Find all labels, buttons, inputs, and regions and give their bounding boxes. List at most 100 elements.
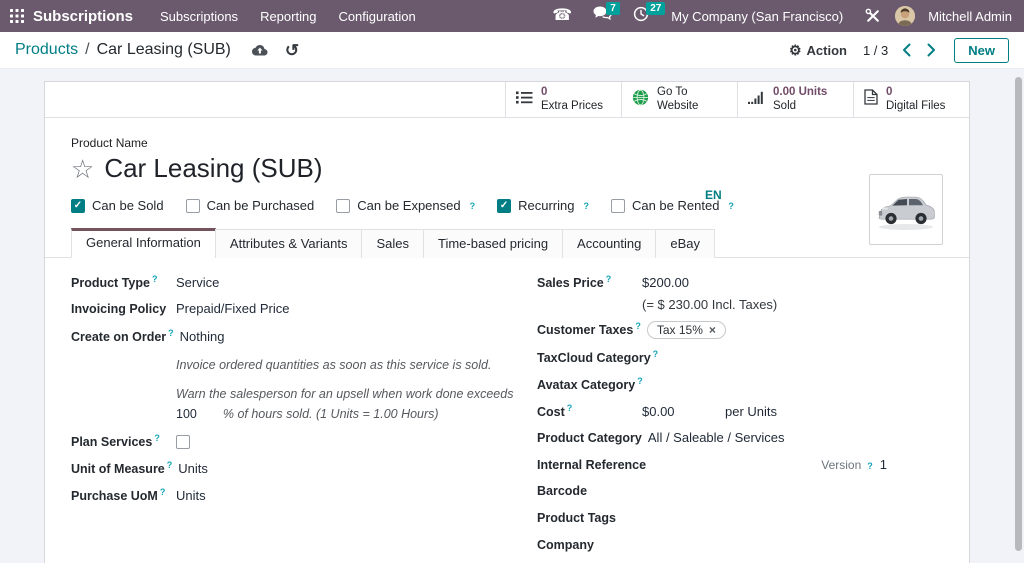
vertical-scrollbar[interactable] <box>1015 77 1022 551</box>
stat-button-digital-files[interactable]: 0 Digital Files <box>853 82 969 117</box>
menu-reporting[interactable]: Reporting <box>249 2 327 31</box>
tab-ebay[interactable]: eBay <box>655 229 716 258</box>
version-group: Version ? 1 <box>821 457 943 472</box>
help-icon[interactable]: ? <box>168 328 174 338</box>
tab-general-information[interactable]: General Information <box>71 228 216 258</box>
units-sold-value: 0.00 Units <box>773 85 828 98</box>
can-be-sold-checkbox[interactable]: ✓ <box>71 198 85 213</box>
voip-phone-icon[interactable]: ☎ <box>545 0 579 32</box>
activities-badge: 27 <box>646 2 666 15</box>
upsell-helper-text: Warn the salesperson for an upsell when … <box>176 384 513 424</box>
extra-prices-label: Extra Prices <box>541 99 603 112</box>
taxcloud-category-label: TaxCloud Category? <box>537 349 659 366</box>
messages-menu[interactable]: 7 <box>586 0 620 32</box>
debug-tools-icon[interactable] <box>858 0 888 32</box>
tab-accounting[interactable]: Accounting <box>562 229 657 258</box>
purchase-uom-label: Purchase UoM? <box>71 487 166 504</box>
help-icon[interactable]: ? <box>567 403 573 413</box>
checkbox-can-be-sold[interactable]: ✓ Can be Sold <box>71 198 164 213</box>
tab-time-based-pricing[interactable]: Time-based pricing <box>422 229 564 258</box>
pager-previous-icon[interactable] <box>900 41 913 59</box>
stat-button-extra-prices[interactable]: 0 Extra Prices <box>505 82 621 117</box>
can-be-expensed-checkbox[interactable] <box>336 198 351 213</box>
product-type-label: Product Type? <box>71 274 158 291</box>
save-cloud-icon[interactable] <box>250 44 268 57</box>
plan-services-checkbox[interactable] <box>176 434 190 449</box>
help-icon[interactable]: ? <box>154 433 160 443</box>
create-on-order-label: Create on Order? <box>71 328 174 345</box>
pager-next-icon[interactable] <box>925 41 938 59</box>
can-be-purchased-checkbox[interactable] <box>185 198 200 213</box>
can-be-rented-checkbox[interactable] <box>610 198 625 213</box>
breadcrumb-products-link[interactable]: Products <box>15 41 78 59</box>
stat-button-units-sold[interactable]: 0.00 Units Sold <box>737 82 853 117</box>
activities-menu[interactable]: 27 <box>626 0 666 32</box>
avatar[interactable] <box>895 6 916 26</box>
internal-reference-label: Internal Reference <box>537 458 647 473</box>
checkbox-recurring[interactable]: ✓ Recurring ? <box>497 198 589 213</box>
recurring-checkbox[interactable]: ✓ <box>497 198 512 213</box>
help-icon[interactable]: ? <box>728 201 734 211</box>
checkbox-can-be-expensed[interactable]: Can be Expensed ? <box>336 198 475 213</box>
favorite-star-icon[interactable]: ☆ <box>71 156 94 182</box>
field-unit-of-measure: Unit of Measure? Units <box>71 460 511 477</box>
right-field-column: Sales Price? $200.00 (= $ 230.00 Incl. T… <box>537 274 943 563</box>
digital-files-label: Digital Files <box>886 99 946 112</box>
create-on-order-value[interactable]: Nothing <box>180 329 225 344</box>
help-icon[interactable]: ? <box>583 201 589 211</box>
sales-price-value[interactable]: $200.00 <box>642 275 689 290</box>
purchase-uom-value[interactable]: Units <box>176 488 206 503</box>
version-value: 1 <box>879 457 887 473</box>
help-icon[interactable]: ? <box>152 274 158 284</box>
gear-icon: ⚙ <box>788 42 802 58</box>
invoicing-policy-value[interactable]: Prepaid/Fixed Price <box>176 301 289 316</box>
globe-icon <box>632 89 649 111</box>
unit-of-measure-label: Unit of Measure? <box>71 460 173 477</box>
tab-attributes-variants[interactable]: Attributes & Variants <box>214 229 363 258</box>
help-icon[interactable]: ? <box>470 201 476 211</box>
check-icon: ✓ <box>73 199 83 211</box>
help-icon[interactable]: ? <box>653 349 659 359</box>
field-purchase-uom: Purchase UoM? Units <box>71 487 511 504</box>
website-value: Go To <box>657 85 688 98</box>
app-name[interactable]: Subscriptions <box>33 8 133 25</box>
unit-of-measure-value[interactable]: Units <box>178 461 208 476</box>
menu-subscriptions[interactable]: Subscriptions <box>149 2 249 31</box>
user-name[interactable]: Mitchell Admin <box>922 9 1012 24</box>
field-avatax-category: Avatax Category? <box>537 376 943 393</box>
product-name-label: Product Name <box>71 136 148 150</box>
company-switcher[interactable]: My Company (San Francisco) <box>663 9 851 24</box>
discard-undo-icon[interactable]: ↺ <box>285 42 299 59</box>
cost-value[interactable]: $0.00 <box>642 404 725 419</box>
apps-grid-icon[interactable] <box>10 9 24 23</box>
upsell-helper-suffix: % of hours sold. (1 Units = 1.00 Hours) <box>222 407 439 421</box>
invoicing-policy-label: Invoicing Policy <box>71 302 167 316</box>
product-type-value[interactable]: Service <box>176 275 219 290</box>
breadcrumb-separator: / <box>85 41 90 58</box>
messages-badge: 7 <box>606 2 620 15</box>
tax-tag[interactable]: Tax 15% × <box>646 321 726 340</box>
field-internal-reference: Internal Reference Version ? 1 <box>537 457 943 474</box>
help-icon[interactable]: ? <box>167 460 173 470</box>
help-icon[interactable]: ? <box>635 321 641 331</box>
stat-button-go-to-website[interactable]: Go To Website <box>621 82 737 117</box>
new-button[interactable]: New <box>954 37 1009 63</box>
help-icon[interactable]: ? <box>637 376 643 386</box>
help-icon[interactable]: ? <box>160 487 166 497</box>
tax-tag-label: Tax 15% <box>656 323 703 338</box>
product-image[interactable] <box>869 174 943 245</box>
upsell-percentage-input[interactable]: 100 <box>176 407 197 421</box>
breadcrumb-current: Car Leasing (SUB) <box>96 41 231 58</box>
action-menu-button[interactable]: ⚙ Action <box>789 43 847 58</box>
translation-language-button[interactable]: EN <box>705 188 722 202</box>
help-icon[interactable]: ? <box>606 274 612 284</box>
recurring-label: Recurring <box>518 198 575 213</box>
product-title[interactable]: Car Leasing (SUB) <box>104 153 322 184</box>
product-category-value[interactable]: All / Saleable / Services <box>648 430 785 445</box>
tag-remove-icon[interactable]: × <box>709 324 716 336</box>
digital-files-count: 0 <box>886 85 893 98</box>
checkbox-can-be-purchased[interactable]: Can be Purchased <box>185 198 314 213</box>
help-icon[interactable]: ? <box>867 461 873 471</box>
tab-sales[interactable]: Sales <box>361 229 424 258</box>
menu-configuration[interactable]: Configuration <box>327 2 426 31</box>
